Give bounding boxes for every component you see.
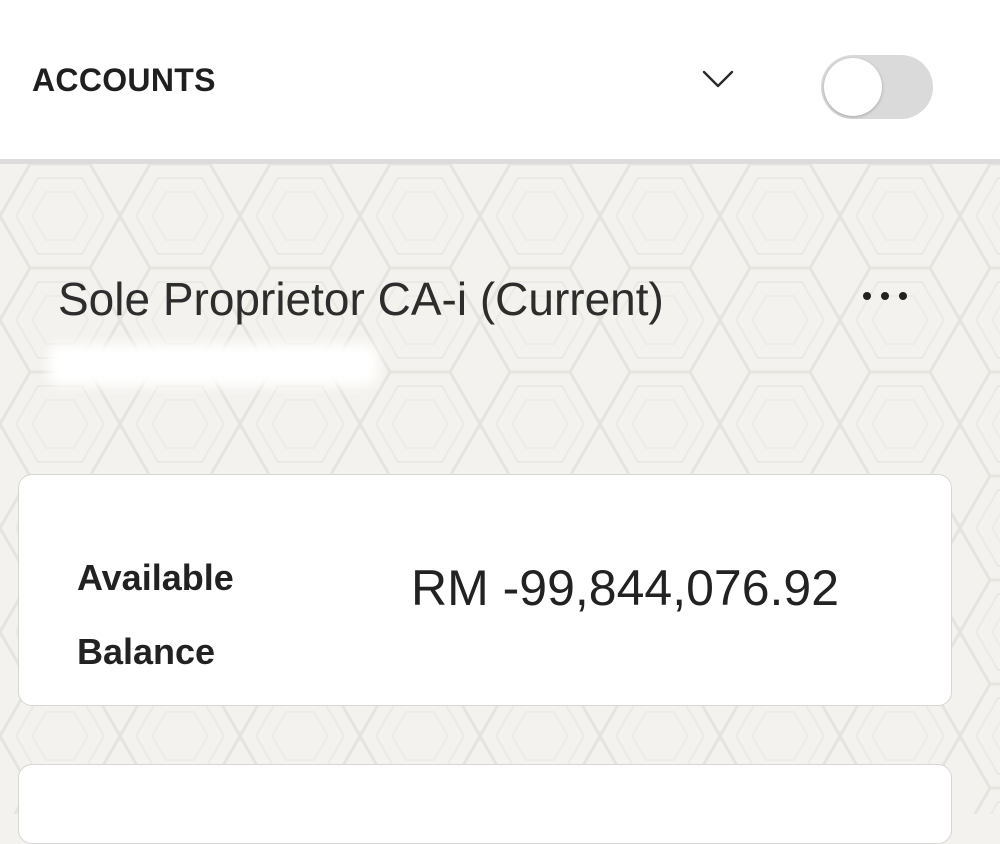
available-balance-label: Available Balance [77,557,234,672]
more-horizontal-icon[interactable] [852,278,918,314]
accounts-title: ACCOUNTS [32,62,216,98]
chevron-down-icon[interactable] [700,66,736,92]
masked-account-number [48,344,378,386]
second-card [18,764,952,844]
accounts-header: ACCOUNTS [0,0,1000,164]
toggle-knob [824,58,882,116]
accounts-toggle[interactable] [821,55,933,119]
available-balance-amount: RM -99,844,076.92 [411,560,840,616]
account-name: Sole Proprietor CA-i (Current) [58,273,664,325]
balance-card: Available Balance RM -99,844,076.92 [18,474,952,706]
